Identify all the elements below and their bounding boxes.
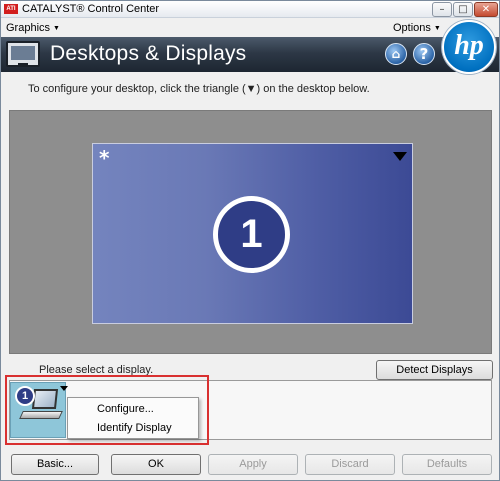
title-bar: ATI CATALYST® Control Center – □ ✕ [1,1,499,18]
page-title: Desktops & Displays [50,42,247,65]
basic-button[interactable]: Basic... [11,454,99,475]
window-title: CATALYST® Control Center [22,3,160,15]
graphics-menu[interactable]: Graphics ▼ [6,22,60,34]
ok-button[interactable]: OK [111,454,201,475]
desktop-number-badge: 1 [213,196,290,273]
home-icon: ⌂ [391,47,401,61]
help-icon: ? [419,45,429,63]
menu-bar: Graphics ▼ Options ▼ [1,19,499,37]
minimize-button[interactable]: – [432,2,452,17]
graphics-menu-label: Graphics [6,22,51,34]
ati-logo-icon: ATI [4,4,18,14]
discard-button[interactable]: Discard [305,454,395,475]
options-menu[interactable]: Options ▼ [393,22,441,34]
detect-displays-button[interactable]: Detect Displays [376,360,493,380]
options-menu-label: Options [393,22,431,34]
catalyst-window: ATI CATALYST® Control Center – □ ✕ Graph… [0,0,500,481]
page-header: Desktops & Displays ⌂ ? [1,37,499,72]
menu-item-identify-display[interactable]: Identify Display [97,422,172,434]
desktops-displays-icon [6,41,40,67]
defaults-button[interactable]: Defaults [402,454,492,475]
instruction-text: To configure your desktop, click the tri… [28,83,370,95]
close-button[interactable]: ✕ [474,2,498,17]
primary-star-icon: * [99,146,110,170]
help-button[interactable]: ? [413,43,435,65]
desktop-area: * 1 [9,110,492,354]
hp-logo-icon: hp [442,20,496,74]
context-menu: Configure... Identify Display [67,397,199,439]
chevron-down-icon: ▼ [433,25,441,32]
maximize-button[interactable]: □ [453,2,473,17]
desktop-menu-triangle-icon[interactable] [393,152,407,161]
chevron-down-icon: ▼ [53,25,60,32]
apply-button[interactable]: Apply [208,454,298,475]
home-button[interactable]: ⌂ [385,43,407,65]
desktop-1[interactable]: * 1 [92,143,413,324]
menu-item-configure[interactable]: Configure... [97,403,154,415]
